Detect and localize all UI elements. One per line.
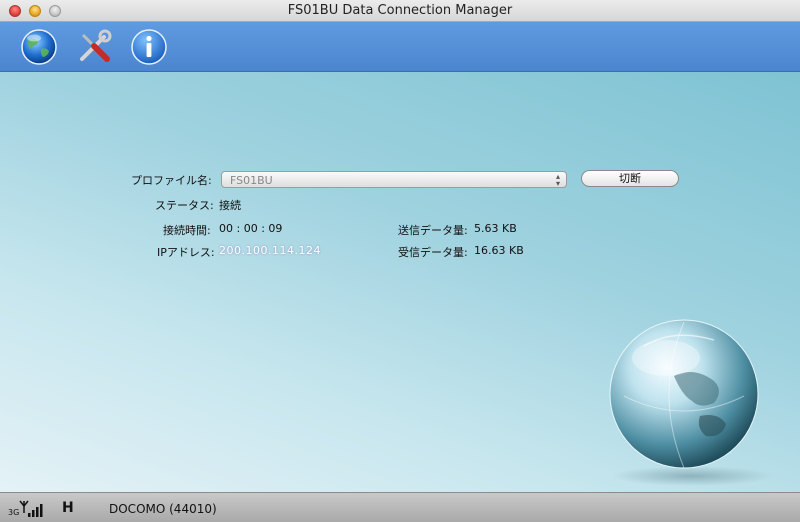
updown-arrow-icon: ▴ ▾	[555, 172, 560, 188]
title-bar: FS01BU Data Connection Manager	[0, 0, 800, 22]
ip-address-value: 200.100.114.124	[219, 244, 321, 257]
status-label: ステータス:	[155, 199, 214, 212]
main-content: プロファイル名: FS01BU ▴ ▾ 切断 ステータス: 接続 接続時間: 00…	[0, 72, 800, 492]
info-icon	[131, 29, 167, 65]
profile-select[interactable]: FS01BU ▴ ▾	[221, 171, 567, 188]
hspa-indicator: H	[62, 500, 74, 516]
profile-select-value: FS01BU	[230, 174, 273, 187]
tools-icon	[80, 29, 112, 62]
sent-data-label: 送信データ量:	[398, 224, 468, 237]
info-button[interactable]	[129, 27, 169, 67]
app-window: FS01BU Data Connection Manager プロファイル名: …	[0, 0, 800, 522]
toolbar	[0, 22, 800, 72]
connect-globe-button[interactable]	[19, 27, 59, 67]
received-data-label: 受信データ量:	[398, 246, 468, 259]
sent-data-value: 5.63 KB	[474, 222, 517, 235]
status-bar: 3G H DOCOMO (44010)	[0, 492, 800, 522]
window-title: FS01BU Data Connection Manager	[287, 3, 513, 18]
settings-tools-button[interactable]	[74, 27, 114, 67]
received-data-value: 16.63 KB	[474, 244, 524, 257]
signal-strength-icon	[19, 500, 43, 517]
ip-address-label: IPアドレス:	[157, 246, 215, 259]
globe-icon	[21, 29, 57, 65]
profile-label: プロファイル名:	[131, 174, 212, 187]
disconnect-button[interactable]: 切断	[581, 170, 679, 187]
status-value: 接続	[219, 199, 241, 212]
carrier-name: DOCOMO (44010)	[109, 502, 217, 516]
earth-globe-image	[609, 319, 772, 486]
connection-time-value: 00 : 00 : 09	[219, 222, 283, 235]
connection-time-label: 接続時間:	[163, 224, 211, 237]
